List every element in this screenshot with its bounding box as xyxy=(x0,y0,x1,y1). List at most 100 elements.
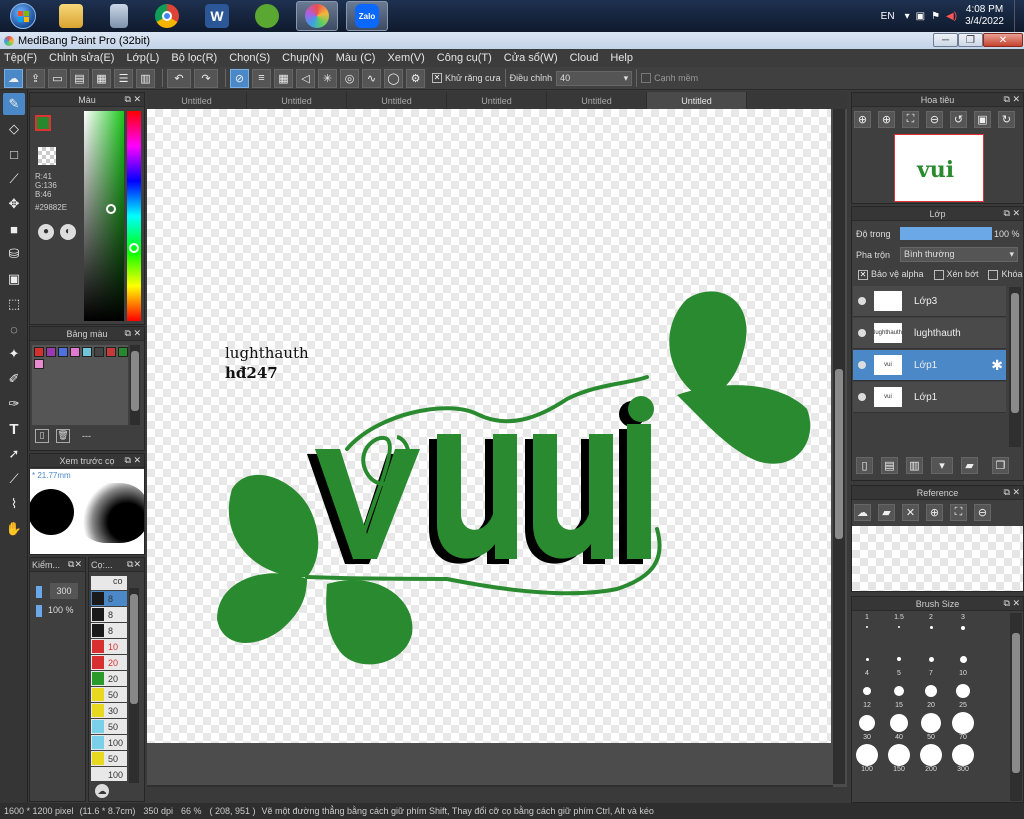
brush-list-item[interactable]: 50 xyxy=(91,687,127,702)
brush-size-dot[interactable] xyxy=(898,626,900,628)
drawing-canvas[interactable]: lughthauth hđ247 xyxy=(147,109,831,743)
curve-ruler-icon[interactable]: ∿ xyxy=(362,68,381,88)
palette-swatch[interactable] xyxy=(46,347,56,357)
protect-alpha-option[interactable]: ✕ Bảo vệ alpha xyxy=(858,269,924,280)
palette-scrollbar[interactable] xyxy=(130,345,140,425)
panel-close-icon[interactable]: ⧉✕ xyxy=(68,559,82,570)
layer-settings-icon[interactable]: ✱ xyxy=(991,357,1003,374)
close-button[interactable]: ✕ xyxy=(983,33,1023,47)
menu-capture[interactable]: Chụp(N) xyxy=(282,52,324,64)
list-icon[interactable]: ☰ xyxy=(114,68,133,88)
transparent-color[interactable] xyxy=(38,147,56,165)
layer-row[interactable]: Lớp3 xyxy=(853,286,1006,317)
palette-swatch[interactable] xyxy=(70,347,80,357)
select-eraser-icon[interactable]: ✑ xyxy=(3,393,25,415)
new-folder-icon[interactable]: ▰ xyxy=(961,457,978,474)
visibility-eye-icon[interactable] xyxy=(858,329,866,337)
show-desktop-button[interactable] xyxy=(1014,0,1024,32)
clock[interactable]: 4:08 PM 3/4/2022 xyxy=(965,4,1004,28)
palette-icon[interactable]: ● xyxy=(38,224,54,240)
saturation-value-picker[interactable] xyxy=(84,111,124,321)
menu-file[interactable]: Tệp(F) xyxy=(4,52,37,64)
taskbar-word[interactable]: W xyxy=(196,1,238,31)
menu-help[interactable]: Help xyxy=(610,52,633,64)
start-button[interactable] xyxy=(2,1,44,31)
panel-close-icon[interactable]: ⧉ ✕ xyxy=(125,94,141,105)
scroll-thumb[interactable] xyxy=(835,369,843,539)
clip-checkbox[interactable] xyxy=(933,269,944,280)
hue-cursor[interactable] xyxy=(129,243,139,253)
document-icon[interactable]: ▦ xyxy=(92,68,111,88)
add-brush-icon[interactable]: ☁ xyxy=(95,784,109,798)
hand-tool-icon[interactable]: ✋ xyxy=(3,518,25,540)
brush-size-dot[interactable] xyxy=(856,744,878,766)
canvas-vertical-scrollbar[interactable] xyxy=(833,109,845,784)
gradient-tool-icon[interactable]: ▣ xyxy=(3,268,25,290)
eraser-tool-icon[interactable]: ◇ xyxy=(3,118,25,140)
navigator-preview[interactable]: vui xyxy=(894,134,984,202)
menu-view[interactable]: Xem(V) xyxy=(387,52,424,64)
new-palette-icon[interactable]: ▯ xyxy=(35,429,49,443)
open-file-icon[interactable]: ▰ xyxy=(878,504,895,521)
smooth-checkbox[interactable] xyxy=(641,73,652,83)
brush-size-dot[interactable] xyxy=(925,685,937,697)
lock-option[interactable]: Khóa xyxy=(988,269,1023,280)
layer-row[interactable]: lughthauth lughthauth xyxy=(853,318,1006,349)
brush-list-item[interactable]: 20 xyxy=(91,671,127,686)
palette-swatch[interactable] xyxy=(94,347,104,357)
move-tool-icon[interactable]: ✥ xyxy=(3,193,25,215)
brush-list-item[interactable]: 30 xyxy=(91,703,127,718)
duplicate-layer-icon[interactable]: ❐ xyxy=(992,457,1009,474)
tab-untitled-active[interactable]: Untitled xyxy=(647,92,747,109)
brush-size-dot[interactable] xyxy=(961,626,965,630)
close-reference-icon[interactable]: ✕ xyxy=(902,504,919,521)
text-tool-icon[interactable]: T xyxy=(3,418,25,440)
layer-row[interactable]: vui Lớp1 xyxy=(853,382,1006,413)
opacity-bar[interactable] xyxy=(900,227,992,240)
tab-untitled[interactable]: Untitled xyxy=(147,92,247,109)
sv-cursor[interactable] xyxy=(106,204,116,214)
tab-untitled[interactable]: Untitled xyxy=(447,92,547,109)
brush-list-item[interactable]: 8 xyxy=(91,591,127,606)
brush-list-item[interactable]: 100 xyxy=(91,735,127,750)
minimize-button[interactable]: ─ xyxy=(933,33,958,47)
visibility-eye-icon[interactable] xyxy=(858,393,866,401)
radial-ruler-icon[interactable]: ✳ xyxy=(318,68,337,88)
taskbar-coccoc[interactable] xyxy=(246,1,288,31)
visibility-eye-icon[interactable] xyxy=(858,361,866,369)
menu-cloud[interactable]: Cloud xyxy=(570,52,599,64)
panel-close-icon[interactable]: ⧉ ✕ xyxy=(1004,598,1020,609)
palette-swatch[interactable] xyxy=(34,347,44,357)
brush-list-item[interactable]: 20 xyxy=(91,655,127,670)
panel-close-icon[interactable]: ⧉ ✕ xyxy=(1004,94,1020,105)
menu-edit[interactable]: Chỉnh sửa(E) xyxy=(49,52,114,64)
volume-icon[interactable]: ◀) xyxy=(946,11,957,22)
panel-close-icon[interactable]: ⧉ ✕ xyxy=(125,455,141,466)
fit-window-icon[interactable]: ⛶ xyxy=(902,111,919,128)
cloud-import-icon[interactable]: ☁ xyxy=(854,504,871,521)
brush-size-dot[interactable] xyxy=(952,712,974,734)
brush-size-dot[interactable] xyxy=(894,686,904,696)
maximize-button[interactable]: ❐ xyxy=(958,33,983,47)
hue-slider[interactable] xyxy=(127,111,141,321)
language-indicator[interactable]: EN xyxy=(881,11,895,22)
canvas-horizontal-scrollbar[interactable] xyxy=(147,785,833,787)
brush-size-dot[interactable] xyxy=(888,744,910,766)
color-wheel-icon[interactable]: ◐ xyxy=(60,224,76,240)
ellipse-ruler-icon[interactable]: ◯ xyxy=(384,68,403,88)
rotate-right-icon[interactable]: ↻ xyxy=(998,111,1015,128)
palette-swatch[interactable] xyxy=(82,347,92,357)
divide-tool-icon[interactable]: ⟋ xyxy=(3,468,25,490)
antialias-checkbox[interactable]: ✕ xyxy=(432,73,442,83)
visibility-eye-icon[interactable] xyxy=(858,297,866,305)
brush-size-dot[interactable] xyxy=(920,744,942,766)
clip-option[interactable]: Xén bớt xyxy=(933,269,978,280)
operation-tool-icon[interactable]: ➚ xyxy=(3,443,25,465)
lock-checkbox[interactable] xyxy=(988,269,999,280)
brush-size-dot[interactable] xyxy=(929,626,933,629)
reference-viewer[interactable] xyxy=(852,526,1023,591)
undo-icon[interactable]: ↶ xyxy=(167,68,191,88)
panel-close-icon[interactable]: ⧉ ✕ xyxy=(1004,487,1020,498)
adjust-select[interactable]: 40 ▾ xyxy=(556,70,633,86)
brush-size-dot[interactable] xyxy=(865,657,869,661)
